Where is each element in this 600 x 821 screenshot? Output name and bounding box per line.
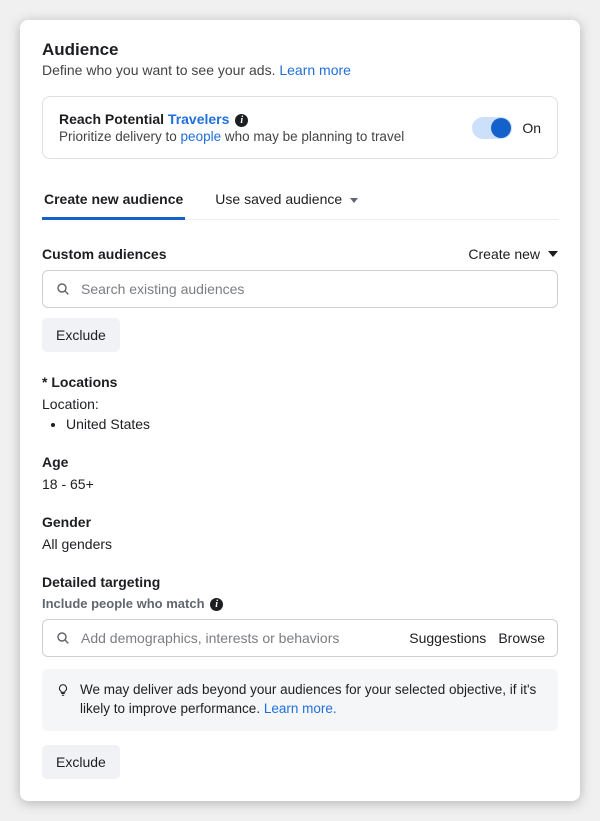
suggestions-link[interactable]: Suggestions (409, 630, 486, 646)
info-icon[interactable]: i (210, 598, 223, 611)
reach-title-prefix: Reach Potential (59, 111, 168, 127)
create-new-dropdown[interactable]: Create new (468, 246, 558, 262)
locations-list: United States (42, 416, 558, 432)
page-title: Audience (42, 40, 558, 60)
age-value: 18 - 65+ (42, 476, 558, 492)
create-new-label: Create new (468, 246, 540, 262)
tab-create-new[interactable]: Create new audience (42, 181, 185, 220)
targeting-actions: Suggestions Browse (409, 630, 545, 646)
audience-tabs: Create new audience Use saved audience (42, 181, 558, 220)
reach-toggle[interactable] (472, 117, 512, 139)
locations-sublabel: Location: (42, 396, 558, 412)
toggle-label: On (522, 120, 541, 136)
gender-value: All genders (42, 536, 558, 552)
notice-text-wrap: We may deliver ads beyond your audiences… (80, 681, 544, 719)
tab-use-saved-label: Use saved audience (215, 191, 342, 207)
detailed-targeting-block: Detailed targeting Include people who ma… (42, 574, 558, 779)
browse-link[interactable]: Browse (498, 630, 545, 646)
gender-label: Gender (42, 514, 558, 530)
custom-audiences-label: Custom audiences (42, 246, 166, 262)
locations-label: * Locations (42, 374, 558, 390)
reach-potential-panel: Reach Potential Travelers i Prioritize d… (42, 96, 558, 159)
locations-block: * Locations Location: United States (42, 374, 558, 432)
custom-audience-search-input[interactable] (81, 281, 545, 297)
reach-description: Prioritize delivery to people who may be… (59, 129, 472, 144)
exclude-audiences-button[interactable]: Exclude (42, 318, 120, 352)
chevron-down-icon (548, 251, 558, 257)
age-label: Age (42, 454, 558, 470)
reach-title: Reach Potential Travelers i (59, 111, 472, 127)
audience-card: Audience Define who you want to see your… (20, 20, 580, 801)
gender-block: Gender All genders (42, 514, 558, 552)
travelers-link[interactable]: Travelers (168, 111, 230, 127)
reach-desc-suffix: who may be planning to travel (221, 129, 404, 144)
reach-desc-prefix: Prioritize delivery to (59, 129, 181, 144)
detailed-targeting-label: Detailed targeting (42, 574, 558, 590)
toggle-knob (491, 118, 511, 138)
page-subtitle: Define who you want to see your ads. Lea… (42, 62, 558, 78)
notice-learn-more-link[interactable]: Learn more. (264, 701, 337, 716)
targeting-notice: We may deliver ads beyond your audiences… (42, 669, 558, 731)
targeting-hint-text: Include people who match (42, 596, 205, 611)
targeting-hint: Include people who match i (42, 596, 558, 611)
location-item: United States (66, 416, 558, 432)
reach-text: Reach Potential Travelers i Prioritize d… (59, 111, 472, 144)
exclude-targeting-button[interactable]: Exclude (42, 745, 120, 779)
targeting-search-input[interactable] (81, 630, 399, 646)
learn-more-link[interactable]: Learn more (279, 62, 351, 78)
search-icon (55, 281, 71, 297)
subtitle-text: Define who you want to see your ads. (42, 62, 279, 78)
targeting-search[interactable]: Suggestions Browse (42, 619, 558, 657)
people-link[interactable]: people (181, 129, 222, 144)
custom-audiences-header: Custom audiences Create new (42, 246, 558, 262)
lightbulb-icon (56, 683, 70, 697)
custom-audience-search[interactable] (42, 270, 558, 308)
info-icon[interactable]: i (235, 114, 248, 127)
chevron-down-icon (350, 198, 358, 203)
reach-toggle-wrap: On (472, 117, 541, 139)
age-block: Age 18 - 65+ (42, 454, 558, 492)
search-icon (55, 630, 71, 646)
tab-use-saved[interactable]: Use saved audience (213, 181, 360, 219)
